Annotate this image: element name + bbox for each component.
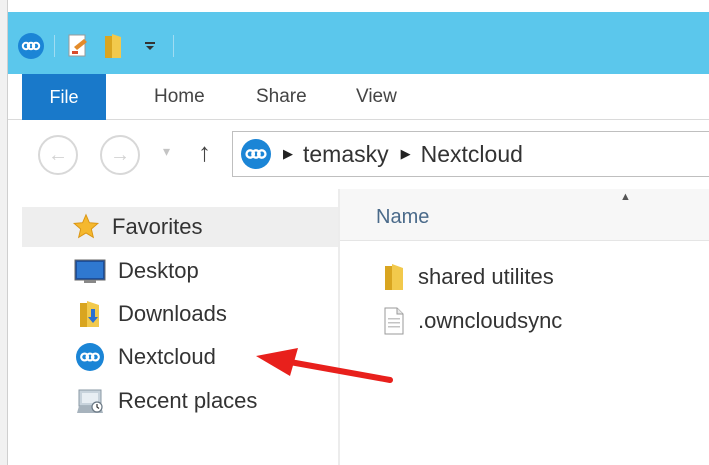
address-bar[interactable]: ▶ temasky ▶ Nextcloud bbox=[232, 131, 709, 177]
sort-up-icon: ▲ bbox=[620, 191, 631, 203]
sidebar-item-recent-places[interactable]: Recent places bbox=[74, 383, 257, 419]
column-header-name[interactable]: Name bbox=[376, 206, 429, 229]
explorer-window: File Home Share View ← → ▾ ↑ ▶ temasky ▶… bbox=[0, 0, 709, 465]
breadcrumb-nextcloud[interactable]: Nextcloud bbox=[421, 141, 523, 168]
recent-locations-dropdown[interactable]: ▾ bbox=[163, 143, 170, 160]
ribbon-tabs: File Home Share View bbox=[8, 74, 709, 120]
downloads-icon bbox=[74, 298, 106, 330]
navigation-pane: Favorites Desktop Downloads Nextcloud Re… bbox=[8, 189, 344, 465]
sidebar-item-label: Desktop bbox=[118, 258, 199, 283]
tab-file[interactable]: File bbox=[22, 74, 106, 120]
file-list: ▲ Name shared utilites .owncloudsync bbox=[340, 189, 709, 465]
back-button[interactable]: ← bbox=[38, 135, 78, 175]
nextcloud-icon[interactable] bbox=[16, 31, 46, 61]
nextcloud-icon bbox=[241, 139, 271, 169]
nextcloud-icon bbox=[74, 341, 106, 373]
toolbar-separator bbox=[54, 35, 55, 57]
sidebar-item-label: Favorites bbox=[112, 214, 203, 239]
tab-home[interactable]: Home bbox=[154, 86, 205, 108]
column-header-row: ▲ Name bbox=[340, 189, 709, 241]
sidebar-item-label: Downloads bbox=[118, 301, 227, 326]
folder-icon bbox=[380, 261, 408, 293]
back-icon: ← bbox=[48, 143, 68, 166]
forward-button[interactable]: → bbox=[100, 135, 140, 175]
quick-access-toolbar bbox=[16, 28, 182, 64]
file-name: .owncloudsync bbox=[418, 308, 563, 333]
new-folder-icon[interactable] bbox=[99, 31, 129, 61]
breadcrumb-separator-icon[interactable]: ▶ bbox=[283, 146, 293, 162]
sidebar-item-label: Recent places bbox=[118, 388, 258, 413]
breadcrumb-temasky[interactable]: temasky bbox=[303, 141, 389, 168]
sidebar-item-nextcloud[interactable]: Nextcloud bbox=[74, 339, 216, 375]
desktop-icon bbox=[74, 255, 106, 287]
customize-dropdown-icon[interactable] bbox=[135, 31, 165, 61]
file-name: shared utilites bbox=[418, 264, 554, 289]
document-icon bbox=[380, 305, 408, 337]
title-bar bbox=[8, 12, 709, 74]
up-icon: ↑ bbox=[198, 137, 211, 167]
forward-icon: → bbox=[110, 143, 130, 166]
properties-icon[interactable] bbox=[63, 31, 93, 61]
sidebar-item-downloads[interactable]: Downloads bbox=[74, 296, 227, 332]
up-button[interactable]: ↑ bbox=[198, 137, 211, 168]
breadcrumb-separator-icon[interactable]: ▶ bbox=[401, 146, 411, 162]
sidebar-item-label: Nextcloud bbox=[118, 344, 216, 369]
arrow-annotation-icon bbox=[256, 348, 393, 383]
list-item[interactable]: shared utilites bbox=[380, 259, 554, 295]
sidebar-item-favorites[interactable]: Favorites bbox=[22, 207, 344, 247]
navigation-bar: ← → ▾ ↑ ▶ temasky ▶ Nextcloud bbox=[8, 121, 709, 189]
window-left-border bbox=[0, 0, 8, 465]
star-icon bbox=[70, 211, 102, 243]
sidebar-item-desktop[interactable]: Desktop bbox=[74, 253, 199, 289]
toolbar-separator-end bbox=[173, 35, 174, 57]
tab-view[interactable]: View bbox=[356, 86, 397, 108]
tab-share[interactable]: Share bbox=[256, 86, 307, 108]
recent-places-icon bbox=[74, 385, 106, 417]
list-item[interactable]: .owncloudsync bbox=[380, 303, 562, 339]
